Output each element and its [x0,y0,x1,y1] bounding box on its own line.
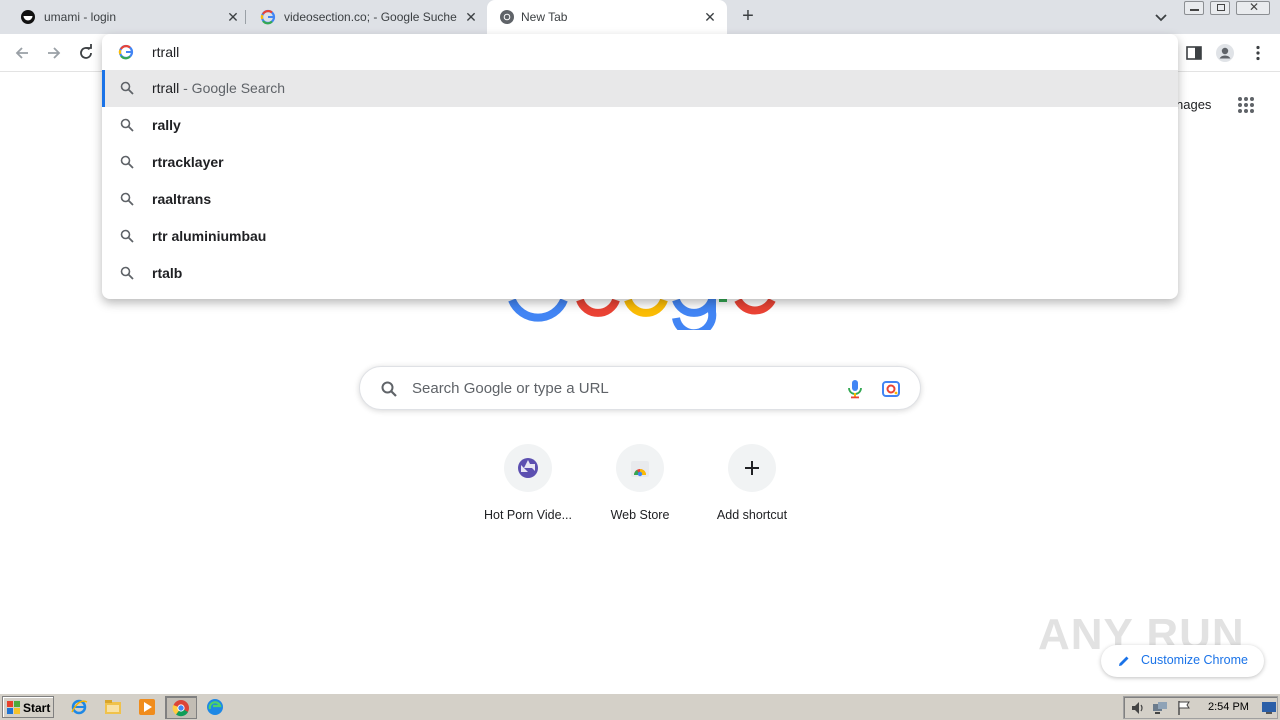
aperture-icon [518,458,538,478]
suggestion-row[interactable]: rtr aluminiumbau [102,218,1178,255]
search-icon [120,118,134,132]
shortcut-icon-circle [728,444,776,492]
suggestion-row[interactable]: rtrall - Google Search [102,70,1178,107]
apps-grid-icon[interactable] [1237,96,1255,114]
restore-icon [1217,4,1225,11]
shortcut-label: Add shortcut [716,508,788,522]
search-icon [120,266,134,280]
menu-kebab-icon[interactable] [1248,43,1268,63]
profile-avatar-icon[interactable] [1215,43,1235,63]
minimize-button[interactable] [1184,1,1204,15]
minimize-icon [1190,9,1199,11]
tab-separator [245,10,246,24]
speaker-icon[interactable] [1130,700,1146,716]
window-close-button[interactable]: ✕ [1236,0,1270,15]
pencil-icon [1119,656,1129,666]
tab-strip: umami - login ✕ videosection.co; - Googl… [0,0,1280,34]
shortcut-icon-circle [616,444,664,492]
web-store-icon [631,461,649,477]
microphone-icon[interactable] [846,379,864,399]
start-button[interactable]: Start [2,696,54,718]
close-tab-icon[interactable]: ✕ [462,8,480,26]
folder-icon[interactable] [104,698,122,716]
close-icon: ✕ [1249,0,1260,14]
suggestion-query: rally [152,117,181,133]
search-placeholder: Search Google or type a URL [412,380,609,397]
tab-umami[interactable]: umami - login ✕ [8,0,244,34]
ntp-search-box[interactable]: Search Google or type a URL [359,366,921,410]
customize-chrome-button[interactable]: Customize Chrome [1101,645,1264,677]
taskbar-clock[interactable]: 2:54 PM [1208,701,1249,713]
search-icon [120,229,134,243]
search-icon [381,381,397,397]
search-icon [120,155,134,169]
close-tab-icon[interactable]: ✕ [224,8,242,26]
start-label: Start [23,701,51,715]
customize-label: Customize Chrome [1141,653,1248,667]
shortcut-hot-porn-videos[interactable]: Hot Porn Vide... [472,444,584,534]
show-desktop-icon[interactable] [1261,700,1277,716]
suggestion-row[interactable]: rtalb [102,255,1178,292]
google-g-icon [260,9,276,25]
taskbar: Start 2:54 PM [0,693,1280,720]
omnibox-dropdown: rtrall rtrall - Google Search rally rtra… [102,34,1178,299]
suggestion-query: rtrall [152,80,180,96]
tab-title: videosection.co; - Google Suche [284,10,457,24]
close-tab-icon[interactable]: ✕ [701,8,719,26]
google-lens-icon[interactable] [881,379,901,399]
search-icon [120,192,134,206]
side-panel-icon[interactable] [1184,43,1204,63]
images-link[interactable]: nages [1176,97,1211,112]
suggestion-query: rtr aluminiumbau [152,228,267,244]
plus-icon [745,461,759,475]
suggestion-text: rtrall - Google Search [152,80,285,96]
browser-window: umami - login ✕ videosection.co; - Googl… [0,0,1280,720]
suggestion-row[interactable]: rtracklayer [102,144,1178,181]
shortcut-icon-circle [504,444,552,492]
shortcut-label: Hot Porn Vide... [483,508,572,522]
internet-explorer-icon[interactable] [70,698,88,716]
suggestion-query: raaltrans [152,191,212,207]
chrome-icon [500,10,514,24]
action-center-flag-icon[interactable] [1176,700,1192,716]
search-icon [120,81,134,95]
windows-flag-icon [7,701,20,714]
media-player-icon[interactable] [138,698,156,716]
network-icon[interactable] [1152,700,1168,716]
taskbar-chrome-button[interactable] [165,696,197,719]
edge-icon[interactable] [206,698,224,716]
tab-new-tab[interactable]: New Tab ✕ [487,0,727,34]
suggestion-query: rtracklayer [152,154,224,170]
forward-arrow-icon[interactable] [44,43,64,63]
shortcut-label: Web Store [610,508,670,522]
system-tray [1123,696,1278,719]
reload-icon[interactable] [76,43,96,63]
suggestion-row[interactable]: rally [102,107,1178,144]
back-arrow-icon[interactable] [12,43,32,63]
omnibox[interactable]: rtrall [102,34,1178,70]
suggestion-query: rtalb [152,265,183,281]
tab-title: New Tab [521,10,568,24]
new-tab-button[interactable]: + [737,6,759,28]
umami-icon [21,10,35,24]
shortcut-web-store[interactable]: Web Store [584,444,696,534]
chevron-down-icon[interactable] [1152,8,1170,26]
tab-title: umami - login [44,10,117,24]
omnibox-input[interactable]: rtrall [152,44,179,60]
google-g-icon [118,44,134,60]
suggestion-suffix: - Google Search [179,80,286,96]
restore-button[interactable] [1210,1,1230,15]
chrome-icon [172,700,189,717]
add-shortcut-button[interactable]: Add shortcut [696,444,808,534]
tab-google-suche[interactable]: videosection.co; - Google Suche ✕ [248,0,484,34]
suggestion-row[interactable]: raaltrans [102,181,1178,218]
